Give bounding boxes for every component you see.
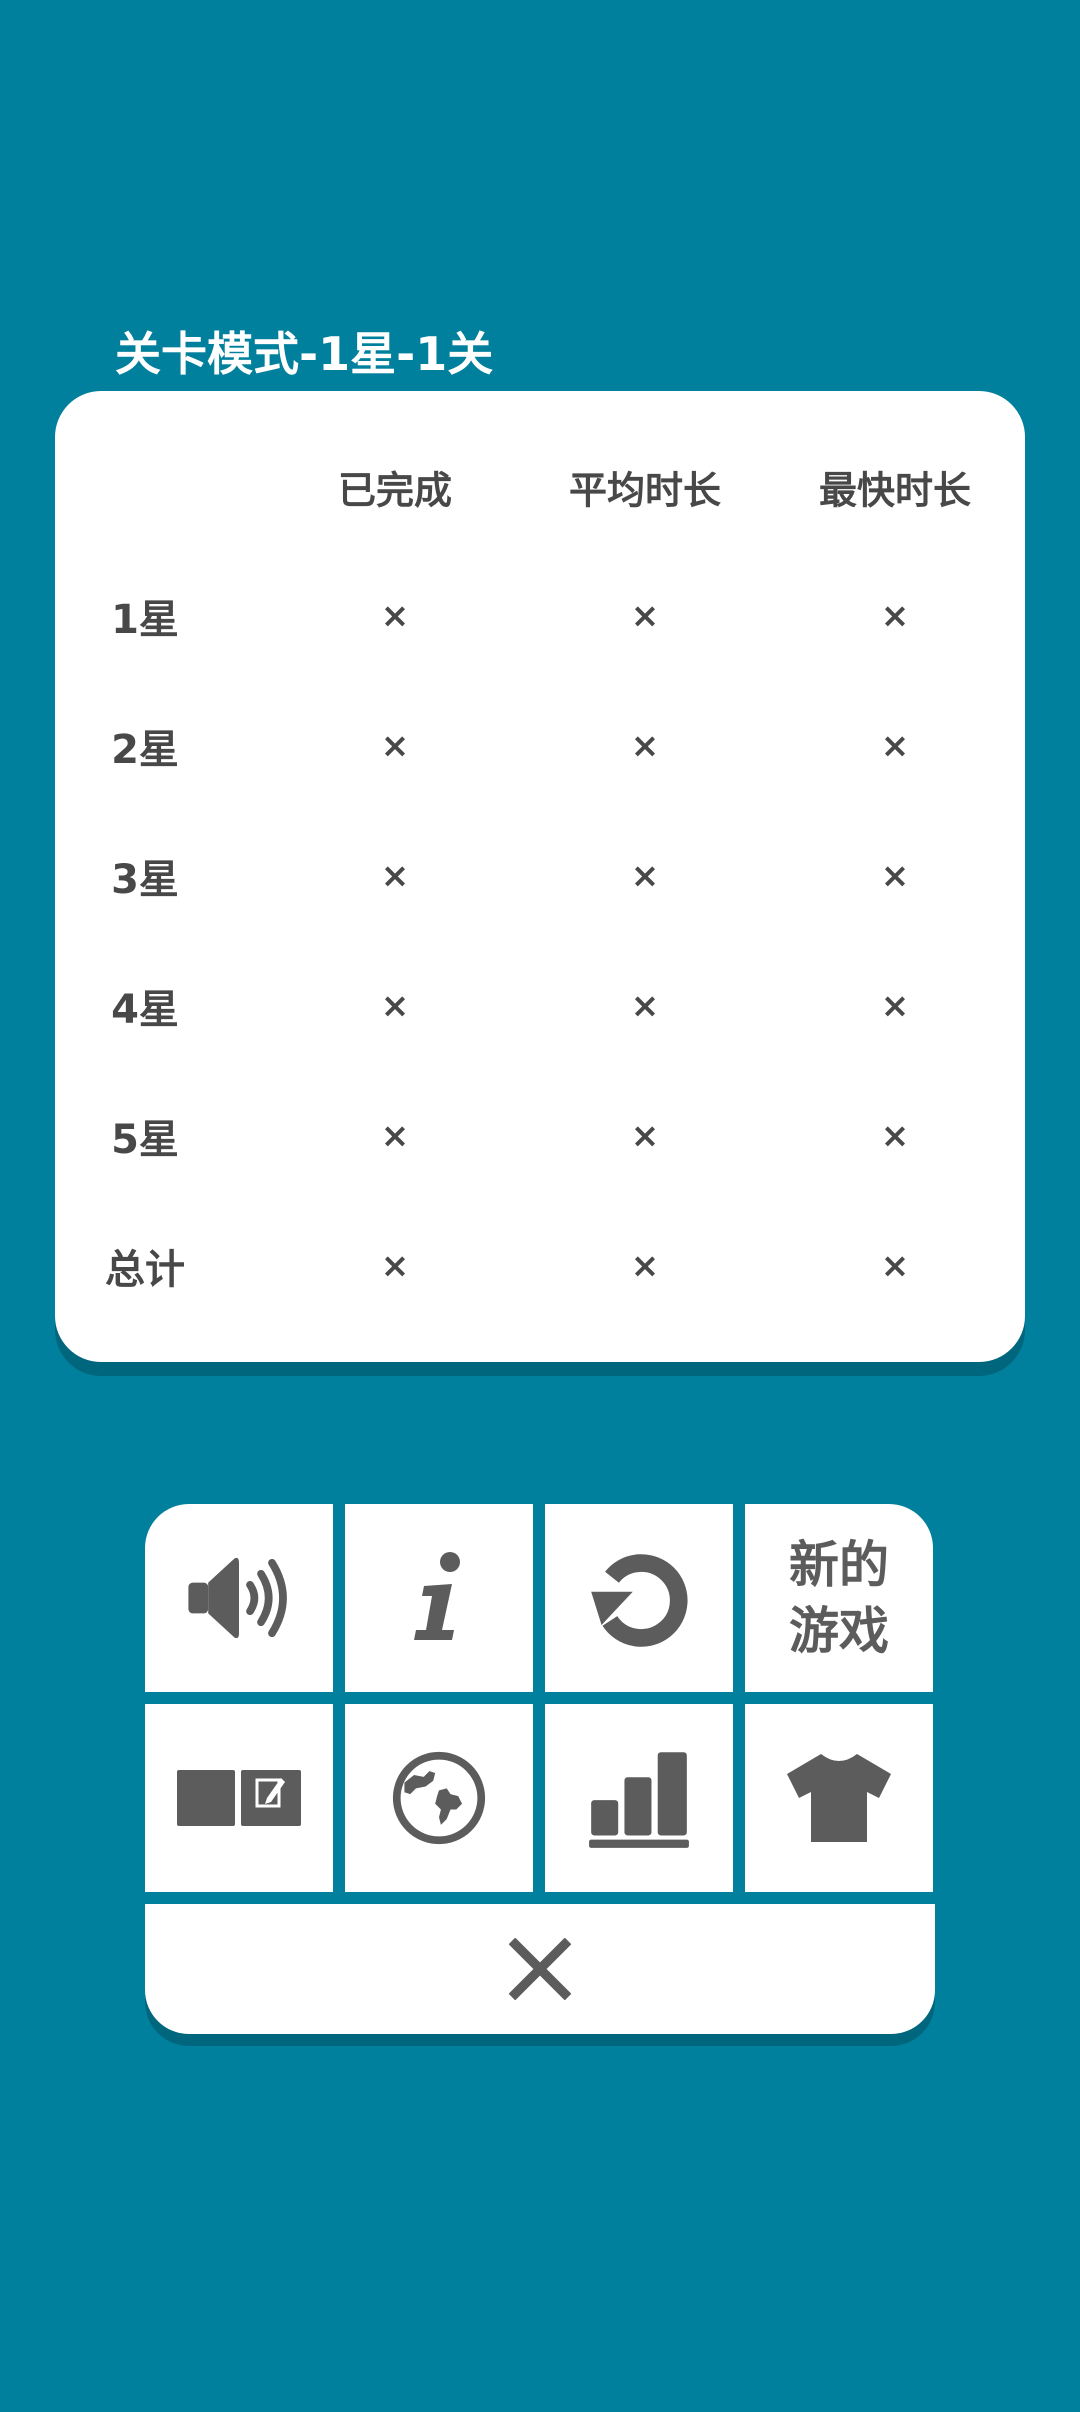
stats-title: 关卡模式-1星-1关 xyxy=(115,327,494,381)
close-icon xyxy=(509,1938,571,2000)
cell-4-star-completed: × xyxy=(380,986,410,1026)
info-icon xyxy=(414,1552,460,1640)
row-label-total: 总计 xyxy=(105,1247,185,1293)
close-menu-button[interactable] xyxy=(145,1904,935,2034)
cell-1-star-completed: × xyxy=(380,596,410,636)
shirt-icon xyxy=(787,1754,891,1842)
info-button[interactable] xyxy=(345,1504,533,1692)
cell-1-star-fastest: × xyxy=(880,596,910,636)
restart-icon xyxy=(591,1554,688,1647)
theme-button[interactable] xyxy=(745,1704,933,1892)
app-root: 关卡模式-1星-1关 已完成 平均时长 最快时长 1星 × × × 2星 × ×… xyxy=(0,0,1080,2412)
stats-bars-icon xyxy=(589,1752,689,1848)
cell-total-average: × xyxy=(630,1246,660,1286)
game-menu: 新的游戏 xyxy=(145,1504,935,2034)
cell-2-star-completed: × xyxy=(380,726,410,766)
new-game-button[interactable]: 新的游戏 xyxy=(745,1504,933,1692)
statistics-button[interactable] xyxy=(545,1704,733,1892)
cell-total-completed: × xyxy=(380,1246,410,1286)
column-header-average-time: 平均时长 xyxy=(568,468,722,513)
cell-1-star-average: × xyxy=(630,596,660,636)
row-label-1-star: 1星 xyxy=(111,597,179,643)
language-button[interactable] xyxy=(345,1704,533,1892)
row-label-2-star: 2星 xyxy=(111,727,179,773)
cell-5-star-average: × xyxy=(630,1116,660,1156)
cell-5-star-completed: × xyxy=(380,1116,410,1156)
restart-button[interactable] xyxy=(545,1504,733,1692)
row-label-5-star: 5星 xyxy=(111,1117,179,1163)
cell-4-star-fastest: × xyxy=(880,986,910,1026)
cell-4-star-average: × xyxy=(630,986,660,1026)
row-label-3-star: 3星 xyxy=(111,857,179,903)
cell-3-star-fastest: × xyxy=(880,856,910,896)
globe-icon xyxy=(392,1751,486,1845)
cell-2-star-average: × xyxy=(630,726,660,766)
cell-total-fastest: × xyxy=(880,1246,910,1286)
notes-toggle-icon xyxy=(177,1770,301,1826)
notes-mode-button[interactable] xyxy=(145,1704,333,1892)
column-header-completed: 已完成 xyxy=(337,468,453,513)
new-game-label: 新的游戏 xyxy=(789,1536,889,1660)
row-label-4-star: 4星 xyxy=(111,987,179,1033)
cell-3-star-average: × xyxy=(630,856,660,896)
column-header-fastest-time: 最快时长 xyxy=(818,468,972,513)
speaker-icon xyxy=(188,1557,287,1639)
cell-3-star-completed: × xyxy=(380,856,410,896)
cell-2-star-fastest: × xyxy=(880,726,910,766)
stats-card: 已完成 平均时长 最快时长 1星 × × × 2星 × × × 3星 × × ×… xyxy=(55,391,1025,1362)
sound-button[interactable] xyxy=(145,1504,333,1692)
cell-5-star-fastest: × xyxy=(880,1116,910,1156)
